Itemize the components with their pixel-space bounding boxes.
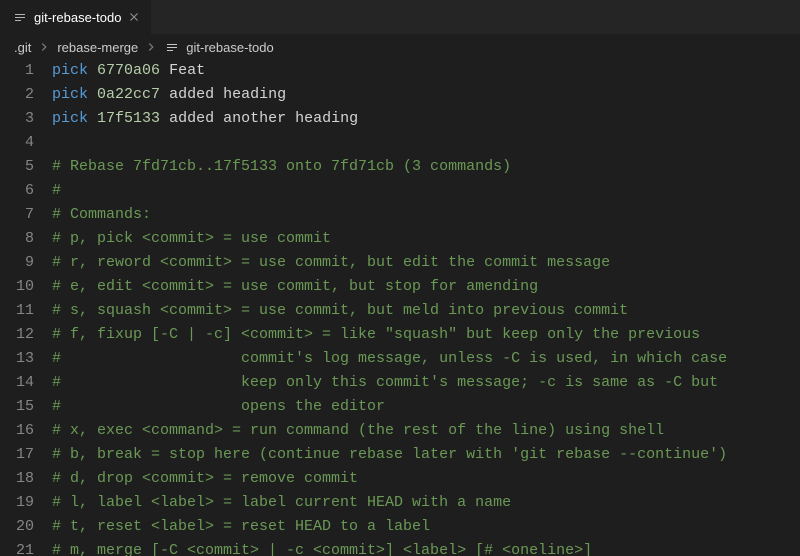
code-line[interactable]: # f, fixup [-C | -c] <commit> = like "sq… [52,323,800,347]
rebase-command: pick [52,86,88,103]
line-number: 1 [0,59,34,83]
comment-text: # [52,182,61,199]
tab-git-rebase-todo[interactable]: git-rebase-todo [0,0,152,34]
comment-text: # p, pick <commit> = use commit [52,230,331,247]
breadcrumb-item[interactable]: .git [14,40,31,55]
line-number: 20 [0,515,34,539]
close-icon[interactable] [127,10,141,24]
code-line[interactable]: pick 0a22cc7 added heading [52,83,800,107]
code-line[interactable]: pick 6770a06 Feat [52,59,800,83]
chevron-right-icon [37,40,51,54]
commit-message: Feat [169,62,205,79]
code-line[interactable]: # Commands: [52,203,800,227]
line-number: 4 [0,131,34,155]
line-number: 15 [0,395,34,419]
code-line[interactable] [52,131,800,155]
commit-hash: 6770a06 [97,62,160,79]
line-number: 16 [0,419,34,443]
comment-text: # opens the editor [52,398,385,415]
code-line[interactable]: # Rebase 7fd71cb..17f5133 onto 7fd71cb (… [52,155,800,179]
code-line[interactable]: # m, merge [-C <commit> | -c <commit>] <… [52,539,800,556]
chevron-right-icon [144,40,158,54]
code-line[interactable]: # [52,179,800,203]
comment-text: # Rebase 7fd71cb..17f5133 onto 7fd71cb (… [52,158,511,175]
comment-text: # x, exec <command> = run command (the r… [52,422,664,439]
commit-message: added heading [169,86,286,103]
tab-title: git-rebase-todo [34,10,121,25]
comment-text: # d, drop <commit> = remove commit [52,470,358,487]
line-number: 7 [0,203,34,227]
line-number: 2 [0,83,34,107]
rebase-command: pick [52,62,88,79]
code-line[interactable]: # commit's log message, unless -C is use… [52,347,800,371]
line-number: 5 [0,155,34,179]
rebase-command: pick [52,110,88,127]
breadcrumb-item[interactable]: git-rebase-todo [186,40,273,55]
line-number: 21 [0,539,34,556]
line-number: 8 [0,227,34,251]
comment-text: # b, break = stop here (continue rebase … [52,446,727,463]
code-line[interactable]: # l, label <label> = label current HEAD … [52,491,800,515]
code-line[interactable]: # p, pick <commit> = use commit [52,227,800,251]
editor-content[interactable]: pick 6770a06 Featpick 0a22cc7 added head… [52,59,800,556]
line-number: 11 [0,299,34,323]
comment-text: # commit's log message, unless -C is use… [52,350,727,367]
comment-text: # f, fixup [-C | -c] <commit> = like "sq… [52,326,700,343]
code-line[interactable]: # keep only this commit's message; -c is… [52,371,800,395]
comment-text: # e, edit <commit> = use commit, but sto… [52,278,538,295]
code-line[interactable]: # b, break = stop here (continue rebase … [52,443,800,467]
line-number: 14 [0,371,34,395]
comment-text: # l, label <label> = label current HEAD … [52,494,511,511]
commit-message: added another heading [169,110,358,127]
line-number: 18 [0,467,34,491]
line-number: 3 [0,107,34,131]
breadcrumb[interactable]: .git rebase-merge git-rebase-todo [0,35,800,59]
code-line[interactable]: # x, exec <command> = run command (the r… [52,419,800,443]
code-line[interactable]: pick 17f5133 added another heading [52,107,800,131]
editor[interactable]: 123456789101112131415161718192021 pick 6… [0,59,800,556]
line-number-gutter: 123456789101112131415161718192021 [0,59,52,556]
line-number: 19 [0,491,34,515]
line-number: 9 [0,251,34,275]
code-line[interactable]: # r, reword <commit> = use commit, but e… [52,251,800,275]
commit-hash: 17f5133 [97,110,160,127]
comment-text: # t, reset <label> = reset HEAD to a lab… [52,518,430,535]
file-icon [164,39,180,55]
line-number: 13 [0,347,34,371]
comment-text: # keep only this commit's message; -c is… [52,374,718,391]
comment-text: # m, merge [-C <commit> | -c <commit>] <… [52,542,592,556]
code-line[interactable]: # opens the editor [52,395,800,419]
breadcrumb-item[interactable]: rebase-merge [57,40,138,55]
code-line[interactable]: # s, squash <commit> = use commit, but m… [52,299,800,323]
comment-text: # s, squash <commit> = use commit, but m… [52,302,628,319]
line-number: 10 [0,275,34,299]
line-number: 6 [0,179,34,203]
line-number: 12 [0,323,34,347]
commit-hash: 0a22cc7 [97,86,160,103]
code-line[interactable]: # d, drop <commit> = remove commit [52,467,800,491]
code-line[interactable]: # e, edit <commit> = use commit, but sto… [52,275,800,299]
tab-bar: git-rebase-todo [0,0,800,35]
line-number: 17 [0,443,34,467]
comment-text: # Commands: [52,206,151,223]
code-line[interactable]: # t, reset <label> = reset HEAD to a lab… [52,515,800,539]
file-icon [12,9,28,25]
comment-text: # r, reword <commit> = use commit, but e… [52,254,610,271]
